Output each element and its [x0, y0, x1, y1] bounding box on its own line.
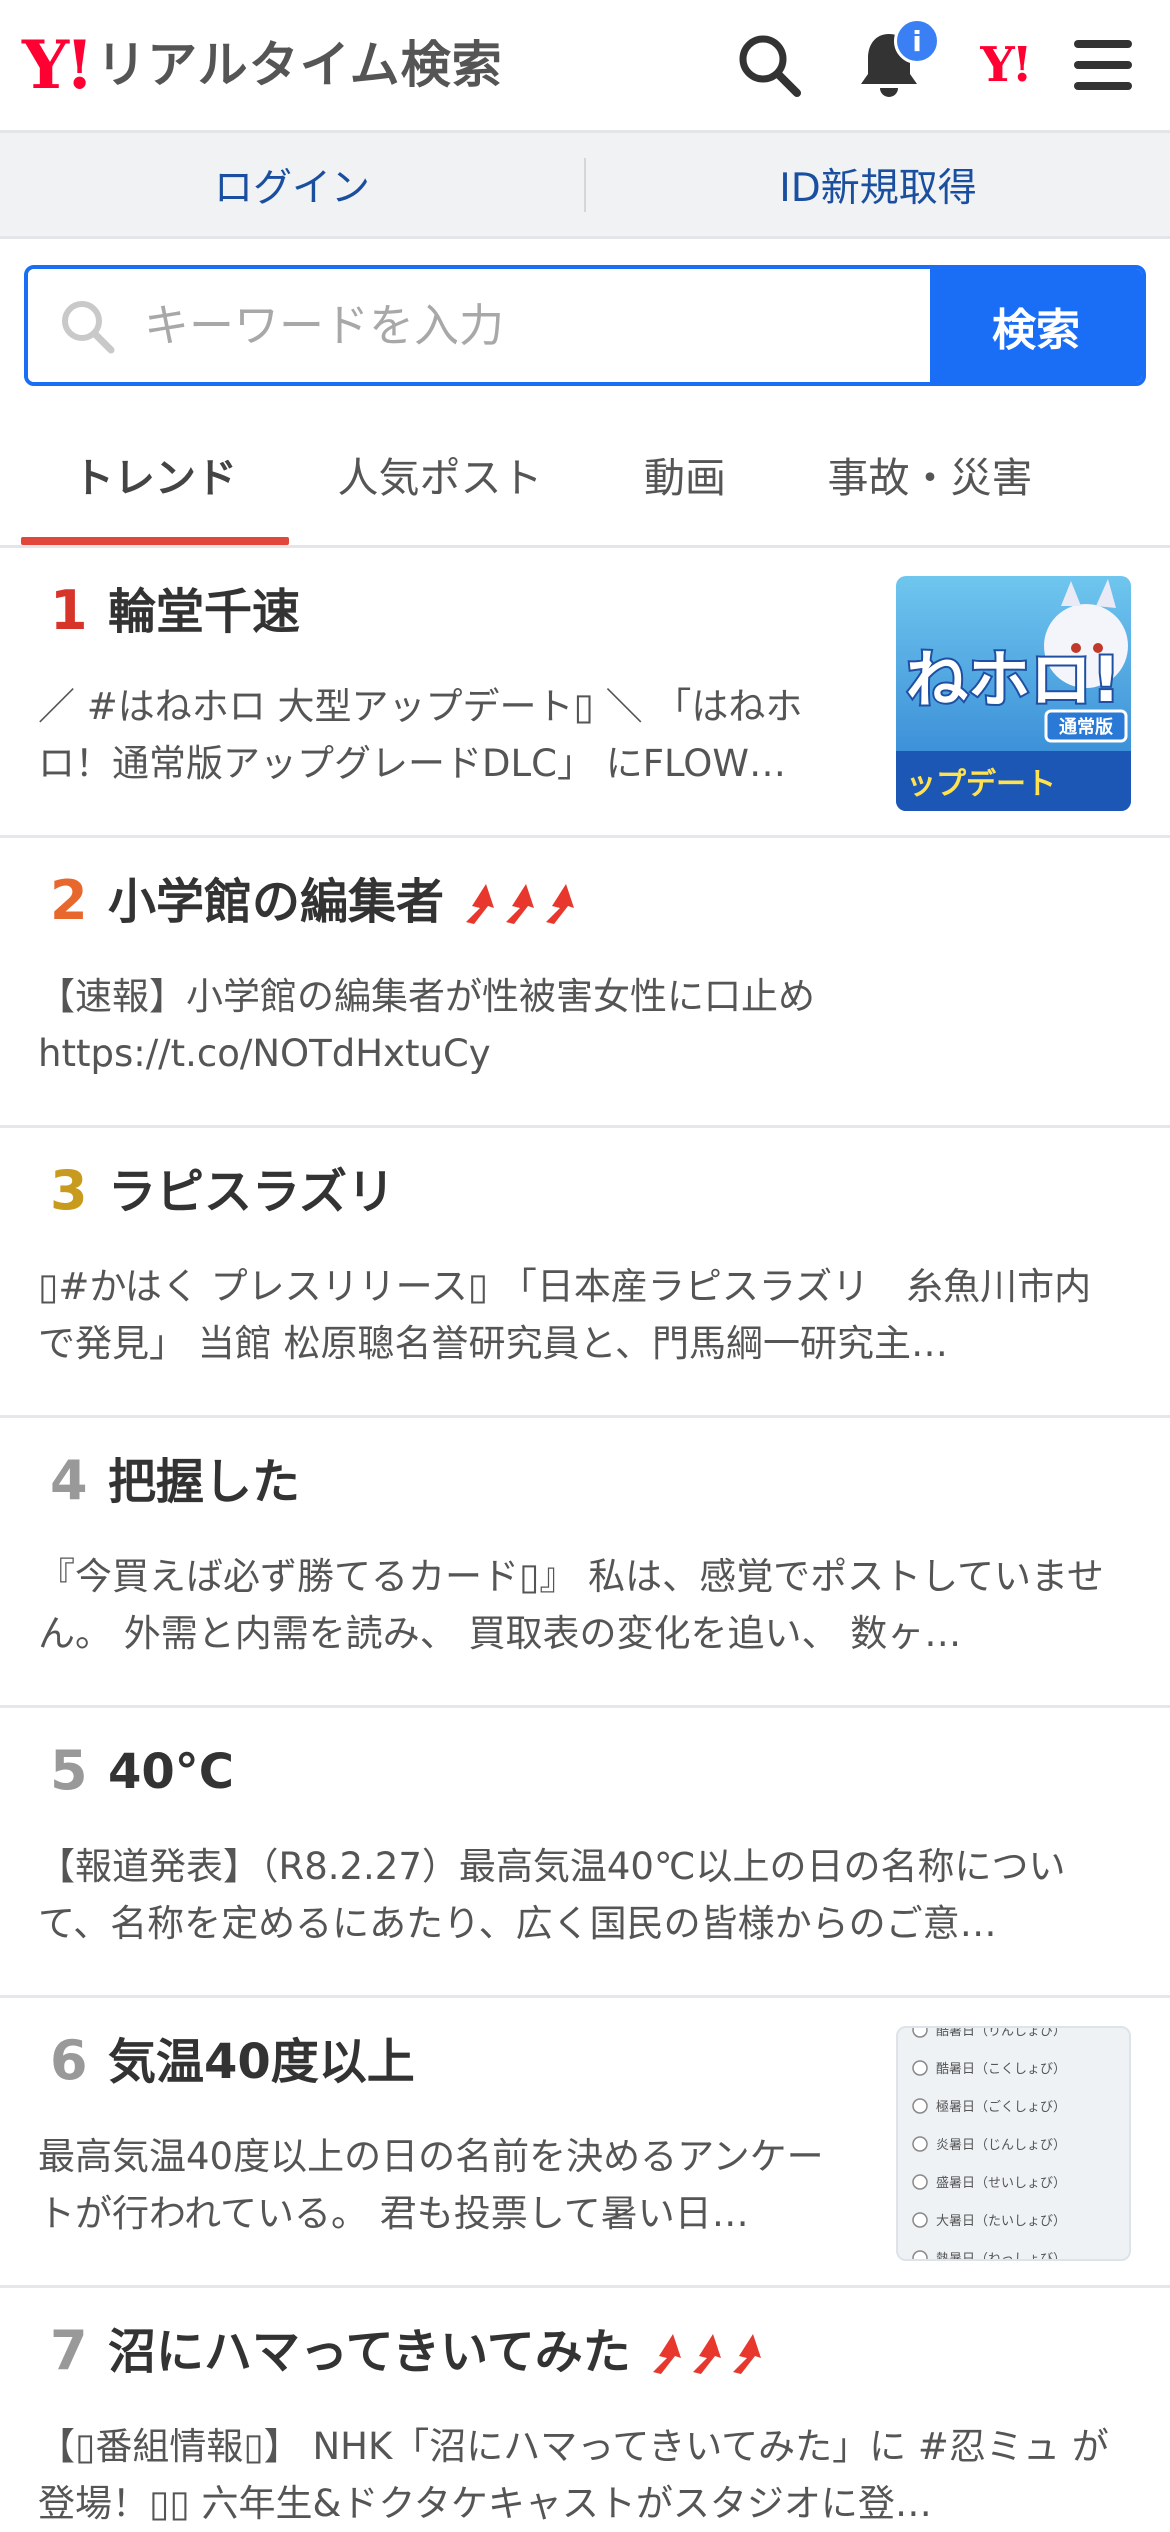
trend-description: 『今買えば必ず勝てるカード▯』 私は、感覚でポストしていません。 外需と内需を読…	[38, 1555, 1104, 1655]
trend-rank: 5	[50, 1739, 88, 1802]
trend-item-6[interactable]: 6 気温40度以上 最高気温40度以上の日の名前を決めるアンケートが行われている…	[0, 1998, 1170, 2288]
trend-list: 1 輪堂千速 ／ #はねホロ 大型アップデート▯ ＼ 「はねホロ！通常版アップグ…	[0, 548, 1170, 2532]
trend-rank: 4	[50, 1449, 88, 1512]
site-title: リアルタイム検索	[96, 36, 503, 94]
trend-rank: 2	[50, 869, 88, 932]
trend-title: 輪堂千速	[108, 584, 301, 640]
trend-title: 把握した	[108, 1454, 301, 1510]
trend-description: 最高気温40度以上の日の名前を決めるアンケートが行われている。 君も投票して暑い…	[38, 2135, 824, 2235]
trend-item-2[interactable]: 2 小学館の編集者 【速報】小学館の編集者が性被害女性に口止め https://…	[0, 838, 1170, 1128]
tab-popular-posts[interactable]: 人気ポスト	[300, 400, 580, 548]
trend-rank: 6	[50, 2029, 88, 2092]
poll-option-radio	[912, 2212, 928, 2228]
trend-item-5[interactable]: 5 40°C 【報道発表】（R8.2.27）最高気温40℃以上の日の名称について…	[0, 1708, 1170, 1998]
poll-option-label: 盛暑日（せいしょび）	[936, 2176, 1066, 2191]
search-box: 検索	[24, 265, 1146, 386]
thumbnail-title-text: ねホロ!	[906, 643, 1120, 716]
search-input[interactable]	[144, 299, 904, 352]
poll-option-radio	[912, 2136, 928, 2152]
poll-option-radio	[912, 2174, 928, 2190]
trend-description: ／ #はねホロ 大型アップデート▯ ＼ 「はねホロ！通常版アップグレードDLC」…	[38, 685, 803, 785]
poll-option-label: 極暑日（ごくしょび）	[936, 2099, 1066, 2115]
trend-rank: 1	[50, 579, 88, 642]
rising-arrows-icon	[462, 878, 586, 926]
svg-text:ップデート: ップデート	[906, 767, 1056, 802]
yahoo-logo-mark: Y!	[22, 26, 94, 104]
trend-description: 【▯番組情報▯】 NHK「沼にハマってきいてみた」に #忍ミュ が登場！▯▯ 六…	[38, 2425, 1109, 2525]
menu-icon[interactable]	[1060, 22, 1146, 108]
poll-option-label: 酷暑日（りんしょび）	[936, 2028, 1066, 2039]
search-icon[interactable]	[726, 22, 812, 108]
trend-rank: 3	[50, 1159, 88, 1222]
search-button[interactable]: 検索	[930, 269, 1142, 382]
notification-badge: i	[894, 18, 940, 64]
trend-title: ラピスラズリ	[108, 1164, 396, 1220]
account-bar: ログイン ID新規取得	[0, 133, 1170, 239]
category-tabs: トレンド 人気ポスト 動画 事故・災害	[0, 400, 1170, 548]
register-link[interactable]: ID新規取得	[586, 157, 1170, 213]
poll-option-label: 炎暑日（じんしょび）	[936, 2138, 1066, 2153]
poll-option-radio	[912, 2250, 928, 2259]
poll-option-label: 大暑日（たいしょび）	[936, 2214, 1066, 2229]
site-logo[interactable]: Y! リアルタイム検索	[22, 28, 503, 102]
trend-title: 沼にハマってきいてみた	[108, 2324, 631, 2380]
trend-description: 【速報】小学館の編集者が性被害女性に口止め https://t.co/NOTdH…	[38, 975, 815, 1075]
trend-description: 【報道発表】（R8.2.27）最高気温40℃以上の日の名称について、名称を定める…	[38, 1845, 1066, 1945]
rising-arrows-icon	[649, 2328, 773, 2376]
trend-rank: 7	[50, 2319, 88, 2382]
trend-title: 小学館の編集者	[108, 874, 445, 930]
trend-item-7[interactable]: 7 沼にハマってきいてみた 【▯番組情報▯】 NHK「沼にハマってきいてみた」に…	[0, 2288, 1170, 2532]
search-field[interactable]	[28, 269, 930, 382]
trend-item-4[interactable]: 4 把握した 『今買えば必ず勝てるカード▯』 私は、感覚でポストしていません。 …	[0, 1418, 1170, 1708]
poll-option-label: 酷暑日（こくしょび）	[936, 2062, 1066, 2077]
trend-item-3[interactable]: 3 ラピスラズリ ▯#かはく プレスリリース▯ 「日本産ラピスラズリ 糸魚川市内…	[0, 1128, 1170, 1418]
tab-videos[interactable]: 動画	[590, 400, 780, 548]
poll-option-label: 熱暑日（ねっしょび）	[936, 2252, 1066, 2261]
trend-thumbnail: 酷暑日（りんしょび） 酷暑日（こくしょび） 極暑日（ごくしょび） 炎暑日（じんしょび）…	[896, 2026, 1131, 2261]
poll-option-radio	[912, 2098, 928, 2114]
notification-bell-icon[interactable]: i	[846, 18, 940, 108]
active-tab-indicator	[21, 537, 289, 545]
yahoo-japan-icon[interactable]: Y!	[962, 22, 1048, 108]
trend-thumbnail: 通常版 ねホロ! ップデート	[896, 576, 1131, 811]
trend-title: 40°C	[108, 1744, 235, 1800]
login-link[interactable]: ログイン	[0, 157, 584, 213]
svg-text:通常版: 通常版	[1059, 716, 1113, 738]
tab-accidents-disasters[interactable]: 事故・災害	[790, 400, 1070, 548]
search-field-icon	[62, 300, 115, 353]
trend-title: 気温40度以上	[108, 2034, 415, 2090]
poll-option-radio	[912, 2028, 928, 2038]
tab-trend[interactable]: トレンド	[21, 400, 289, 548]
app-header: Y! リアルタイム検索 i Y!	[0, 0, 1170, 133]
yahoo-japan-mark: Y!	[980, 37, 1032, 93]
trend-description: ▯#かはく プレスリリース▯ 「日本産ラピスラズリ 糸魚川市内で発見」 当館 松…	[38, 1265, 1092, 1365]
trend-item-1[interactable]: 1 輪堂千速 ／ #はねホロ 大型アップデート▯ ＼ 「はねホロ！通常版アップグ…	[0, 548, 1170, 838]
poll-option-radio	[912, 2060, 928, 2076]
